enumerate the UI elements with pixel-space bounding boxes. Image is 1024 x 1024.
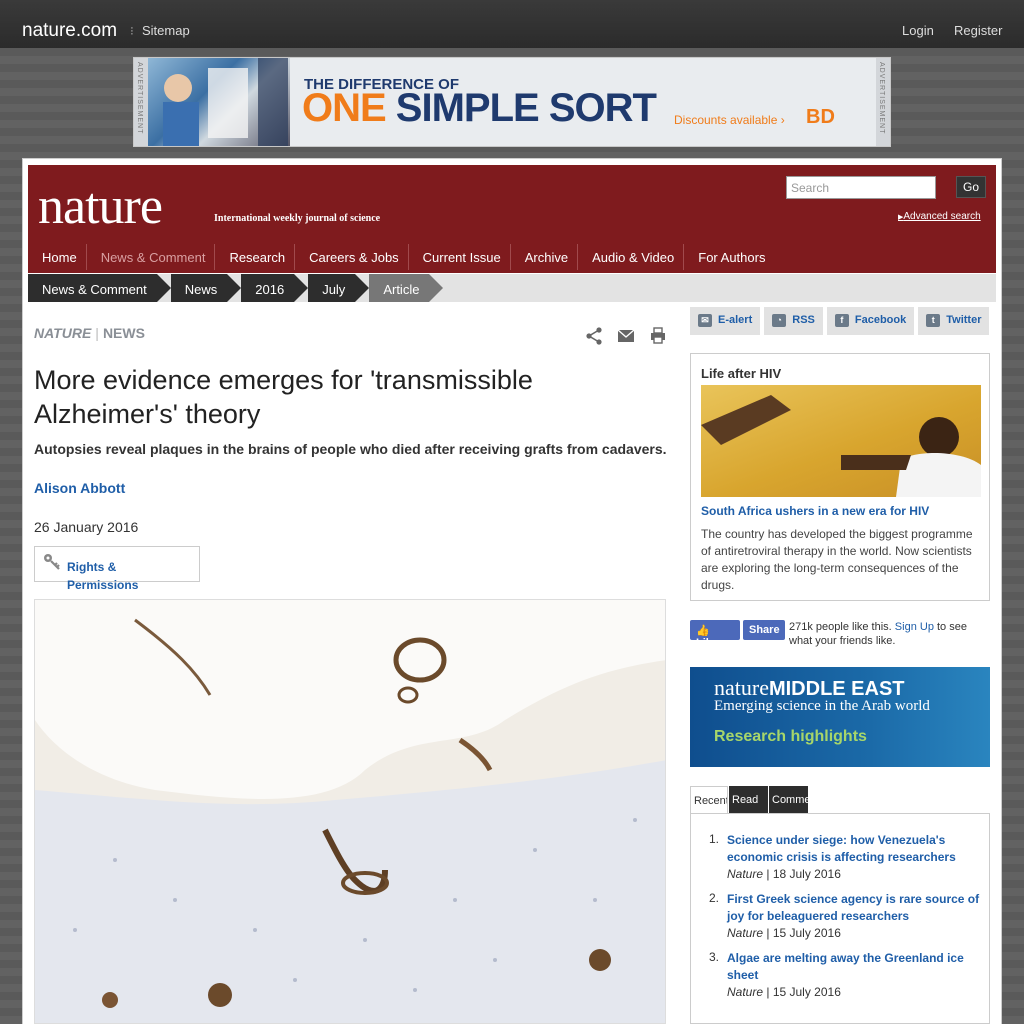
- promo-heading: Life after HIV: [701, 366, 782, 381]
- breadcrumb-article: Article: [369, 274, 444, 302]
- facebook-widget: 👍 Like Share 271k people like this. Sign…: [690, 620, 990, 650]
- separator: ⁝: [130, 24, 134, 38]
- search-go-button[interactable]: Go: [956, 176, 986, 198]
- promo-image[interactable]: [701, 385, 981, 497]
- nav-archive[interactable]: Archive: [511, 244, 579, 270]
- ad-brand-logo: BD: [806, 106, 835, 128]
- thumbs-up-icon: 👍: [696, 625, 710, 637]
- main-nav: Home News & Comment Research Careers & J…: [28, 244, 774, 270]
- register-link[interactable]: Register: [954, 23, 1002, 38]
- breadcrumb-news-comment[interactable]: News & Comment: [28, 274, 171, 302]
- twitter-icon: t: [926, 314, 941, 327]
- email-icon: ✉: [698, 314, 712, 327]
- journal-tagline: International weekly journal of science: [214, 213, 381, 224]
- list-item-meta: Nature | 18 July 2016: [727, 867, 841, 881]
- nav-home[interactable]: Home: [28, 244, 87, 270]
- section-label: NATURE | NEWS: [34, 325, 145, 341]
- breadcrumb-year[interactable]: 2016: [241, 274, 309, 302]
- section-news-label[interactable]: NEWS: [103, 325, 145, 341]
- nav-for-authors[interactable]: For Authors: [684, 244, 774, 270]
- share-bar: ✉ E-alert ◔ RSS f Facebook t Twitter: [690, 307, 993, 335]
- ad-side-label-left: ADVERTISEMENT: [134, 58, 148, 146]
- breadcrumb-month[interactable]: July: [308, 274, 370, 302]
- sitemap-link[interactable]: Sitemap: [142, 23, 190, 38]
- nav-audio-video[interactable]: Audio & Video: [578, 244, 685, 270]
- key-icon: [43, 553, 61, 576]
- breadcrumb-news[interactable]: News: [170, 274, 241, 302]
- nav-current-issue[interactable]: Current Issue: [409, 244, 511, 270]
- facebook-like-button[interactable]: 👍 Like: [690, 620, 740, 649]
- promo-box: Life after HIV South Africa ushers in a …: [690, 353, 990, 601]
- list-item-link[interactable]: Algae are melting away the Greenland ice…: [727, 950, 983, 984]
- ealert-button[interactable]: ✉ E-alert: [690, 307, 761, 335]
- email-icon[interactable]: [617, 329, 635, 348]
- article-standfirst: Autopsies reveal plaques in the brains o…: [34, 441, 667, 457]
- rights-permissions-label: Rights & Permissions: [67, 560, 139, 592]
- advanced-search-link[interactable]: Advanced search: [898, 211, 980, 222]
- tab-read[interactable]: Read: [729, 786, 768, 814]
- facebook-like-count: 271k people like this. Sign Up to see wh…: [789, 621, 967, 647]
- search-input[interactable]: [786, 176, 936, 199]
- tab-commented[interactable]: Commented: [769, 786, 808, 814]
- list-item-link[interactable]: First Greek science agency is rare sourc…: [727, 891, 983, 925]
- promo-summary: The country has developed the biggest pr…: [701, 527, 973, 592]
- nav-careers-jobs[interactable]: Careers & Jobs: [295, 244, 409, 270]
- journal-label[interactable]: NATURE: [34, 325, 91, 341]
- rss-icon: ◔: [772, 314, 787, 327]
- ad-headline: ONE SIMPLE SORT: [302, 86, 657, 130]
- article-title: More evidence emerges for 'transmissible…: [34, 365, 533, 429]
- facebook-icon: f: [834, 314, 849, 327]
- ad-lab-photo: [148, 58, 290, 146]
- article-micrograph-image: [34, 599, 666, 1024]
- nature-middle-east-banner[interactable]: natureMIDDLE EAST Emerging science in th…: [690, 667, 990, 767]
- ad-cta-link[interactable]: Discounts available ›: [674, 113, 785, 127]
- nature-logo[interactable]: nature: [38, 177, 163, 236]
- list-item-meta: Nature | 15 July 2016: [727, 926, 841, 940]
- share-icon[interactable]: [585, 327, 603, 350]
- top-bar: nature.com ⁝ Sitemap Login Register: [0, 0, 1024, 48]
- middle-east-subtitle: Emerging science in the Arab world: [714, 698, 930, 714]
- rights-permissions-button[interactable]: Rights & Permissions: [34, 546, 200, 592]
- article-author-link[interactable]: Alison Abbott: [34, 480, 125, 496]
- recent-list: 1. Science under siege: how Venezuela's …: [690, 813, 990, 1024]
- middle-east-highlight: Research highlights: [714, 728, 867, 745]
- advertisement-banner[interactable]: ADVERTISEMENT THE DIFFERENCE OF ONE SIMP…: [133, 57, 891, 147]
- article-date: 26 January 2016: [34, 519, 139, 535]
- facebook-button[interactable]: f Facebook: [826, 307, 915, 335]
- list-item-link[interactable]: Science under siege: how Venezuela's eco…: [727, 832, 983, 866]
- login-link[interactable]: Login: [902, 23, 934, 38]
- ad-side-label-right: ADVERTISEMENT: [876, 58, 890, 146]
- facebook-share-button[interactable]: Share: [743, 620, 785, 640]
- promo-article-link[interactable]: South Africa ushers in a new era for HIV: [701, 504, 929, 518]
- most-popular-tabs: Recent Read Commented: [690, 786, 809, 814]
- tab-recent[interactable]: Recent: [690, 786, 728, 814]
- nav-research[interactable]: Research: [215, 244, 296, 270]
- nav-news-comment[interactable]: News & Comment: [87, 244, 216, 270]
- rss-button[interactable]: ◔ RSS: [764, 307, 823, 335]
- list-item-number: 1.: [708, 832, 719, 846]
- site-logo-link[interactable]: nature.com: [22, 20, 117, 42]
- twitter-button[interactable]: t Twitter: [918, 307, 990, 335]
- facebook-signup-link[interactable]: Sign Up: [895, 621, 934, 633]
- list-item-number: 3.: [708, 950, 719, 964]
- breadcrumb: News & Comment News 2016 July Article: [28, 274, 996, 302]
- print-icon[interactable]: [650, 327, 666, 349]
- list-item-meta: Nature | 15 July 2016: [727, 985, 841, 999]
- list-item-number: 2.: [708, 891, 719, 905]
